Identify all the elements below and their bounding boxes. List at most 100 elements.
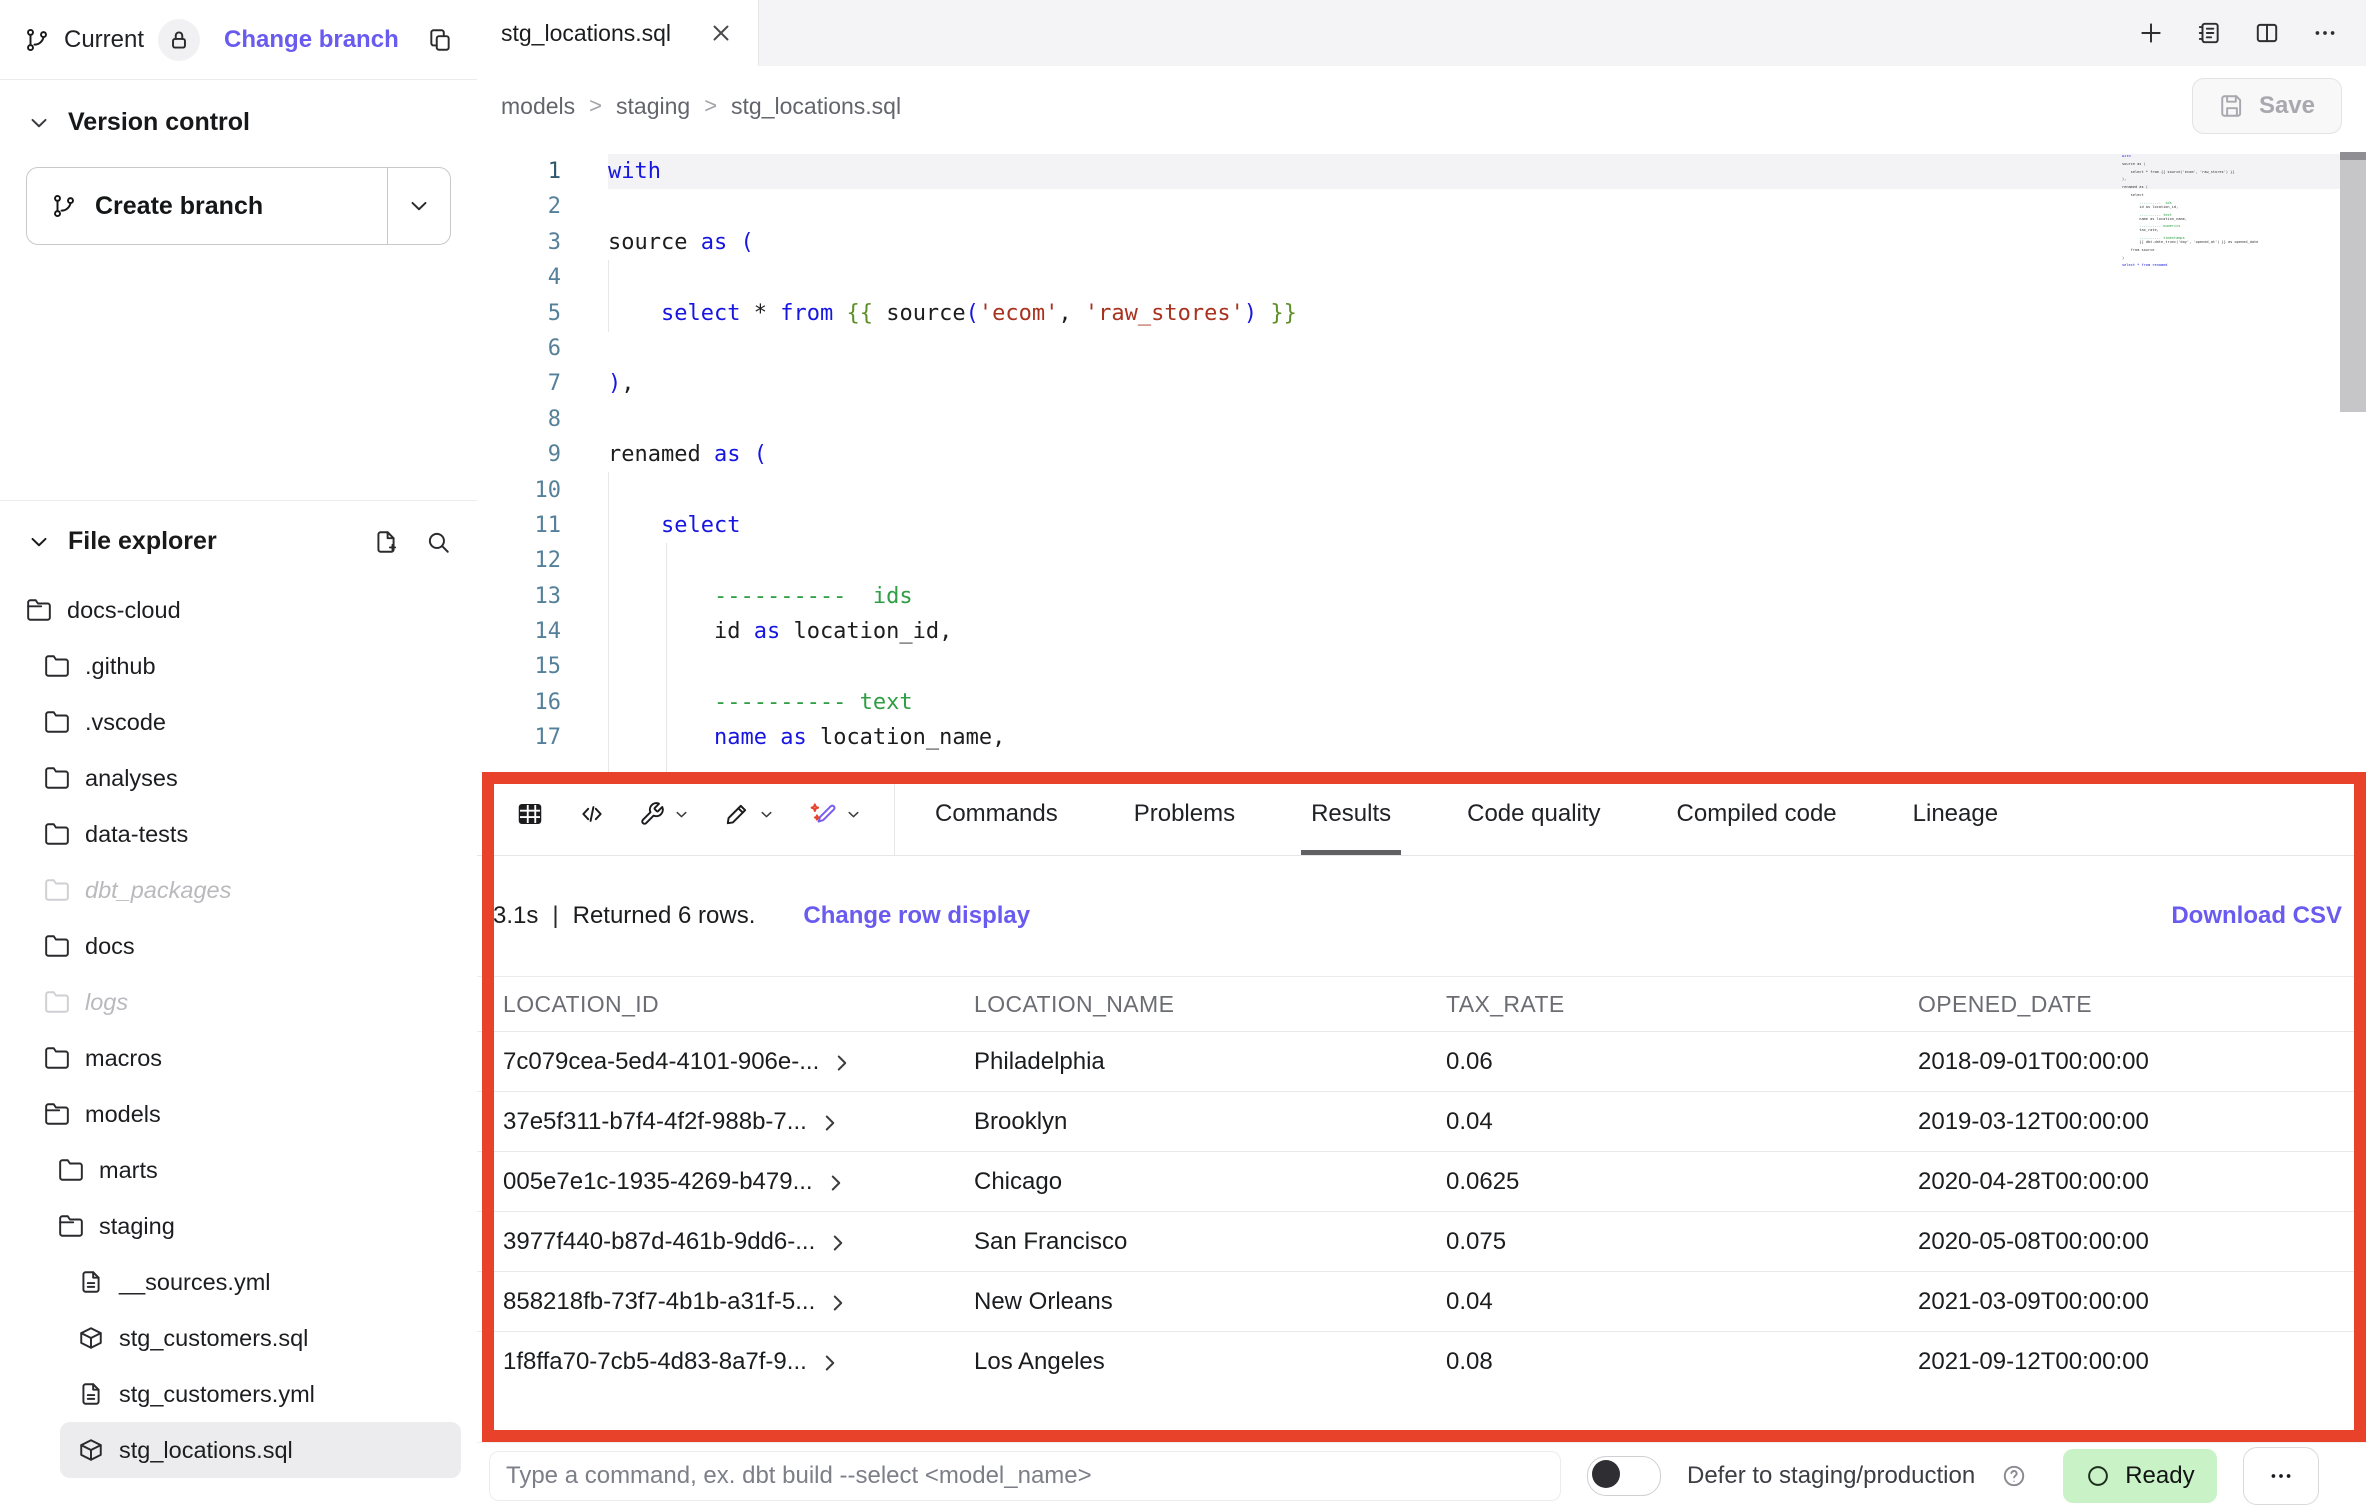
search-icon[interactable] bbox=[425, 529, 451, 555]
code-line-8[interactable]: 8 bbox=[477, 402, 2366, 437]
rows-returned-text: Returned 6 rows. bbox=[573, 902, 756, 930]
expand-cell-icon[interactable] bbox=[823, 1170, 849, 1196]
file-item-docs[interactable]: docs bbox=[0, 918, 477, 974]
file-item-docs-cloud[interactable]: docs-cloud bbox=[0, 582, 477, 638]
magic-pen-button[interactable] bbox=[809, 800, 862, 828]
help-icon[interactable] bbox=[2001, 1463, 2027, 1489]
create-branch-button[interactable]: Create branch bbox=[26, 167, 451, 245]
breadcrumb-item[interactable]: staging bbox=[616, 93, 690, 120]
results-tab-commands[interactable]: Commands bbox=[911, 773, 1082, 855]
wrench-button[interactable] bbox=[639, 801, 690, 827]
file-item-dbt-packages[interactable]: dbt_packages bbox=[0, 862, 477, 918]
results-tab-lineage[interactable]: Lineage bbox=[1889, 773, 2022, 855]
file-item-marts[interactable]: marts bbox=[0, 1142, 477, 1198]
code-editor[interactable]: 1with23source as (45 select * from {{ so… bbox=[477, 146, 2366, 773]
file-item-logs[interactable]: logs bbox=[0, 974, 477, 1030]
tab-title: stg_locations.sql bbox=[501, 20, 671, 47]
code-line-13[interactable]: 13 ---------- ids bbox=[477, 579, 2366, 614]
line-number: 1 bbox=[477, 154, 561, 189]
code-line-7[interactable]: 7), bbox=[477, 366, 2366, 401]
file-item-label: logs bbox=[85, 989, 128, 1016]
location-id-value: 005e7e1c-1935-4269-b479... bbox=[503, 1168, 813, 1196]
file-item--sources-yml[interactable]: __sources.yml bbox=[0, 1254, 477, 1310]
breadcrumb-item[interactable]: stg_locations.sql bbox=[731, 93, 901, 120]
download-csv-link[interactable]: Download CSV bbox=[2171, 902, 2342, 930]
file-item--github[interactable]: .github bbox=[0, 638, 477, 694]
table-grid-button[interactable] bbox=[515, 799, 545, 829]
code-text: renamed as ( bbox=[608, 437, 2366, 472]
file-explorer-items: docs-cloud.github.vscodeanalysesdata-tes… bbox=[0, 582, 477, 1478]
expand-cell-icon[interactable] bbox=[817, 1350, 843, 1376]
file-item-stg-locations-sql[interactable]: stg_locations.sql bbox=[60, 1422, 461, 1478]
code-line-1[interactable]: 1with bbox=[477, 154, 2366, 189]
ready-status-badge[interactable]: Ready bbox=[2063, 1449, 2216, 1503]
file-item-macros[interactable]: macros bbox=[0, 1030, 477, 1086]
new-file-icon[interactable] bbox=[373, 529, 399, 555]
indent-guide bbox=[608, 260, 609, 332]
results-tab-problems[interactable]: Problems bbox=[1110, 773, 1259, 855]
change-row-display-link[interactable]: Change row display bbox=[803, 902, 1030, 930]
editor-minimap[interactable]: with source as ( select * from {{ source… bbox=[2122, 155, 2322, 268]
code-line-9[interactable]: 9renamed as ( bbox=[477, 437, 2366, 472]
save-button[interactable]: Save bbox=[2192, 78, 2342, 134]
code-line-14[interactable]: 14 id as location_id, bbox=[477, 614, 2366, 649]
chevron-down-icon bbox=[26, 529, 52, 555]
folder-icon bbox=[44, 821, 70, 847]
expand-cell-icon[interactable] bbox=[825, 1230, 851, 1256]
changelog-icon[interactable] bbox=[2196, 20, 2222, 46]
code-line-10[interactable]: 10 bbox=[477, 473, 2366, 508]
file-item--vscode[interactable]: .vscode bbox=[0, 694, 477, 750]
split-view-icon[interactable] bbox=[2254, 20, 2280, 46]
code-text bbox=[608, 189, 2366, 224]
command-input[interactable] bbox=[489, 1451, 1561, 1501]
results-table-body: 7c079cea-5ed4-4101-906e-...Philadelphia0… bbox=[477, 1031, 2366, 1391]
code-line-11[interactable]: 11 select bbox=[477, 508, 2366, 543]
results-tab-code-quality[interactable]: Code quality bbox=[1443, 773, 1624, 855]
results-panel: Commands Problems Results Code quality Compi… bbox=[477, 773, 2366, 1442]
code-line-17[interactable]: 17 name as location_name, bbox=[477, 720, 2366, 755]
editor-scrollbar[interactable] bbox=[2340, 152, 2366, 412]
file-explorer-header[interactable]: File explorer bbox=[0, 527, 477, 556]
code-line-15[interactable]: 15 bbox=[477, 649, 2366, 684]
code-line-2[interactable]: 2 bbox=[477, 189, 2366, 224]
code-line-3[interactable]: 3source as ( bbox=[477, 225, 2366, 260]
results-tab-results[interactable]: Results bbox=[1287, 773, 1415, 855]
version-control-header[interactable]: Version control bbox=[26, 108, 451, 137]
code-line-6[interactable]: 6 bbox=[477, 331, 2366, 366]
tab-stg-locations-sql[interactable]: stg_locations.sql bbox=[477, 0, 759, 66]
ellipsis-icon[interactable] bbox=[2312, 20, 2338, 46]
results-tab-compiled-code[interactable]: Compiled code bbox=[1653, 773, 1861, 855]
file-item-stg-customers-yml[interactable]: stg_customers.yml bbox=[0, 1366, 477, 1422]
file-item-staging[interactable]: staging bbox=[0, 1198, 477, 1254]
more-options-button[interactable] bbox=[2243, 1447, 2319, 1505]
results-toolbar: Commands Problems Results Code quality Compi… bbox=[477, 773, 2366, 856]
git-branch-icon bbox=[24, 27, 50, 53]
code-text bbox=[608, 473, 2366, 508]
location-id-cell: 005e7e1c-1935-4269-b479... bbox=[503, 1168, 974, 1196]
change-branch-link[interactable]: Change branch bbox=[224, 26, 399, 54]
breadcrumb-item[interactable]: models bbox=[501, 93, 575, 120]
code-button[interactable] bbox=[579, 801, 605, 827]
file-item-models[interactable]: models bbox=[0, 1086, 477, 1142]
code-line-12[interactable]: 12 bbox=[477, 543, 2366, 578]
defer-toggle[interactable] bbox=[1587, 1456, 1661, 1496]
plus-icon[interactable] bbox=[2138, 20, 2164, 46]
file-item-stg-customers-sql[interactable]: stg_customers.sql bbox=[0, 1310, 477, 1366]
opened-date-cell: 2021-09-12T00:00:00 bbox=[1918, 1348, 2366, 1376]
expand-cell-icon[interactable] bbox=[817, 1110, 843, 1136]
file-item-data-tests[interactable]: data-tests bbox=[0, 806, 477, 862]
copy-icon[interactable] bbox=[427, 27, 453, 53]
create-branch-dropdown[interactable] bbox=[388, 168, 450, 244]
close-icon[interactable] bbox=[708, 20, 734, 46]
opened-date-cell: 2020-05-08T00:00:00 bbox=[1918, 1228, 2366, 1256]
code-line-5[interactable]: 5 select * from {{ source('ecom', 'raw_s… bbox=[477, 296, 2366, 331]
code-line-4[interactable]: 4 bbox=[477, 260, 2366, 295]
file-item-analyses[interactable]: analyses bbox=[0, 750, 477, 806]
expand-cell-icon[interactable] bbox=[825, 1290, 851, 1316]
expand-cell-icon[interactable] bbox=[829, 1050, 855, 1076]
chevron-down-icon bbox=[26, 110, 52, 136]
format-brush-button[interactable] bbox=[724, 801, 775, 827]
location-id-value: 3977f440-b87d-461b-9dd6-... bbox=[503, 1228, 815, 1256]
code-line-16[interactable]: 16 ---------- text bbox=[477, 685, 2366, 720]
file-item-label: marts bbox=[99, 1157, 158, 1184]
